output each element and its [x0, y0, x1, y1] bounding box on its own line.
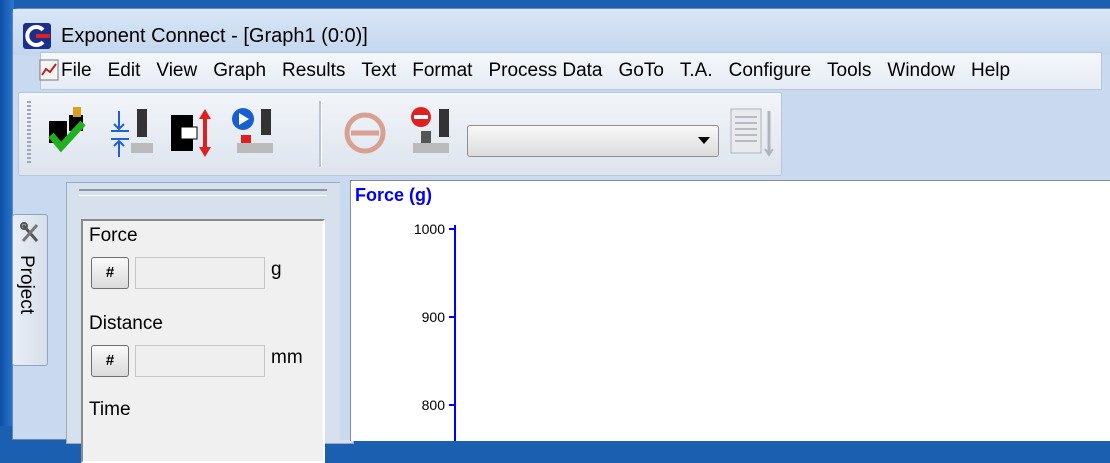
document-icon[interactable]	[727, 105, 779, 161]
menu-process-data[interactable]: Process Data	[488, 60, 602, 82]
menu-format[interactable]: Format	[412, 60, 472, 82]
toolbar-grip[interactable]	[27, 101, 31, 165]
readout-panel: Force # g Distance # mm Time	[66, 182, 354, 463]
menu-text[interactable]: Text	[361, 60, 396, 82]
move-probe-icon[interactable]	[167, 105, 219, 161]
stop-icon[interactable]	[339, 105, 391, 161]
document-menu-icon[interactable]	[35, 57, 63, 83]
height-calibrate-icon[interactable]	[105, 105, 157, 161]
force-chart: Force (g) 1000 900 800	[355, 185, 456, 441]
title-bar[interactable]: Exponent Connect - [Graph1 (0:0)]	[13, 9, 1110, 55]
app-logo-icon	[23, 23, 51, 49]
force-label: Force	[89, 225, 138, 246]
menu-items: File Edit View Graph Results Text Format Proces…	[61, 60, 1026, 82]
menu-edit[interactable]: Edit	[108, 60, 141, 82]
force-unit: g	[271, 259, 282, 280]
distance-unit: mm	[271, 347, 303, 368]
chevron-down-icon	[698, 137, 710, 144]
menu-goto[interactable]: GoTo	[618, 60, 663, 82]
y-tick-label: 1000	[414, 221, 445, 237]
distance-value-field[interactable]	[135, 345, 265, 377]
project-side-tab[interactable]: Project	[12, 214, 48, 366]
run-test-icon[interactable]	[229, 105, 281, 161]
tools-icon	[20, 222, 39, 242]
menu-view[interactable]: View	[156, 60, 197, 82]
menu-results[interactable]: Results	[282, 60, 345, 82]
force-value-field[interactable]	[135, 257, 265, 289]
probe-calibrate-icon[interactable]	[43, 105, 95, 161]
toolbar-separator	[319, 101, 322, 167]
readout-fields: Force # g Distance # mm Time	[81, 219, 325, 463]
graph-area[interactable]: Force (g) 1000 900 800	[350, 180, 1110, 441]
menu-file[interactable]: File	[61, 60, 92, 82]
y-axis-title: Force (g)	[355, 185, 432, 205]
time-label: Time	[89, 399, 131, 420]
menu-t-a[interactable]: T.A.	[680, 60, 713, 82]
window-title: Exponent Connect - [Graph1 (0:0)]	[61, 25, 368, 47]
distance-label: Distance	[89, 313, 163, 334]
menu-window[interactable]: Window	[887, 60, 955, 82]
menu-tools[interactable]: Tools	[827, 60, 871, 82]
project-tab-label: Project	[16, 255, 37, 315]
y-tick-label: 800	[422, 397, 446, 413]
panel-divider	[79, 189, 327, 196]
y-tick-label: 900	[422, 309, 446, 325]
menu-help[interactable]: Help	[971, 60, 1010, 82]
menu-graph[interactable]: Graph	[213, 60, 266, 82]
y-axis-ticks: 1000 900 800	[414, 221, 455, 413]
test-selector-dropdown[interactable]	[467, 125, 719, 157]
abort-test-icon[interactable]	[403, 105, 455, 161]
menu-bar: File Edit View Graph Results Text Format Proces…	[39, 52, 1102, 90]
toolbar	[18, 92, 782, 176]
distance-hash-button[interactable]: #	[91, 345, 129, 377]
menu-configure[interactable]: Configure	[729, 60, 811, 82]
force-hash-button[interactable]: #	[91, 257, 129, 289]
